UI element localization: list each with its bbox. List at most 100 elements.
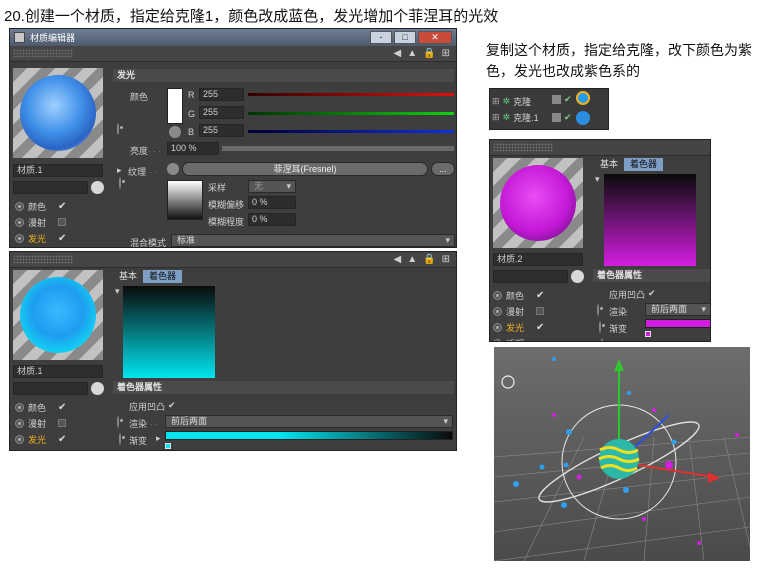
channel-row[interactable]: 颜色 ✔ — [15, 200, 68, 212]
object-name[interactable]: 克隆 — [513, 95, 531, 108]
clone-sphere-purple[interactable] — [576, 474, 582, 480]
maximize-button[interactable]: □ — [394, 31, 416, 44]
clone-sphere-cyan[interactable] — [539, 464, 545, 470]
tab-basic[interactable]: 基本 — [594, 158, 624, 171]
visibility-toggle[interactable] — [552, 95, 561, 104]
radio-icon[interactable] — [15, 233, 24, 243]
link-field[interactable] — [13, 382, 88, 395]
render-dropdown[interactable]: 前后两面 — [645, 303, 710, 316]
clone-sphere-purple[interactable] — [552, 413, 556, 417]
object-row[interactable]: ⊞ ✲ 克隆.1 — [492, 111, 539, 124]
channel-row[interactable]: 漫射 — [15, 216, 66, 228]
pick-button[interactable] — [91, 382, 104, 395]
bump-check-icon[interactable]: ✔ — [648, 288, 656, 299]
lock-icon[interactable]: 🔒 — [423, 48, 435, 59]
checkbox[interactable] — [58, 419, 66, 427]
gradient-knot[interactable] — [645, 331, 651, 337]
radio-icon[interactable] — [15, 217, 24, 227]
clone-sphere-purple[interactable] — [642, 517, 646, 521]
back-arrow-icon[interactable]: ◀ — [394, 254, 402, 265]
link-field[interactable] — [13, 181, 88, 194]
collapse-arrow-icon[interactable]: ▾ — [115, 286, 120, 297]
check-icon[interactable]: ✔ — [536, 290, 546, 301]
radio-icon[interactable] — [15, 434, 24, 444]
visibility-toggle[interactable] — [552, 113, 561, 122]
clone-sphere-purple[interactable] — [735, 433, 739, 437]
3d-viewport[interactable] — [494, 347, 750, 561]
radio-icon[interactable] — [15, 402, 24, 412]
tab-basic[interactable]: 基本 — [113, 270, 143, 283]
gradient-bar[interactable] — [645, 319, 710, 328]
radio-icon[interactable] — [117, 416, 119, 428]
radio-icon[interactable] — [493, 338, 502, 341]
radio-icon[interactable] — [119, 177, 121, 189]
blur-scale-field[interactable]: 0 % — [248, 213, 296, 226]
up-arrow-icon[interactable]: ▲ — [407, 254, 417, 265]
gradient-bar[interactable] — [165, 431, 453, 440]
radio-icon[interactable] — [599, 321, 601, 333]
expand-arrow-icon[interactable]: ▸ — [156, 433, 161, 444]
pick-button[interactable] — [571, 270, 584, 283]
collapse-arrow-icon[interactable]: ▾ — [595, 174, 600, 185]
material-preview[interactable] — [493, 158, 583, 248]
clone-sphere-cyan[interactable] — [566, 429, 572, 435]
expand-icon[interactable]: ⊞ — [442, 48, 450, 59]
g-value-field[interactable]: 255 — [199, 106, 244, 119]
color-picker-button[interactable] — [169, 126, 181, 138]
radio-icon[interactable] — [493, 290, 502, 300]
radio-icon[interactable] — [117, 123, 119, 135]
radio-icon[interactable] — [121, 450, 123, 451]
object-name[interactable]: 克隆.1 — [513, 111, 539, 124]
clone-sphere-purple[interactable] — [652, 408, 656, 412]
clone-sphere-purple[interactable] — [665, 461, 673, 469]
grip-handle[interactable] — [493, 143, 553, 152]
material-name-field[interactable]: 材质.1 — [13, 365, 103, 378]
g-slider[interactable] — [248, 112, 454, 115]
radio-icon[interactable] — [597, 304, 599, 316]
viewport-scene[interactable] — [494, 347, 750, 561]
blur-offset-field[interactable]: 0 % — [248, 196, 296, 209]
link-field[interactable] — [493, 270, 568, 283]
material-preview[interactable] — [13, 68, 103, 158]
render-dropdown[interactable]: 前后两面 — [165, 415, 453, 428]
gradient-knot[interactable] — [165, 443, 171, 449]
texture-more-button[interactable]: ... — [431, 162, 455, 176]
grip-handle[interactable] — [13, 255, 73, 264]
radio-icon[interactable] — [15, 418, 24, 428]
r-slider[interactable] — [248, 93, 454, 96]
r-value-field[interactable]: 255 — [199, 88, 244, 101]
brightness-field[interactable]: 100 % — [167, 142, 219, 155]
channel-row[interactable]: 透明 — [493, 337, 532, 341]
b-value-field[interactable]: 255 — [199, 124, 244, 137]
b-slider[interactable] — [248, 130, 454, 133]
enabled-check-icon[interactable]: ✔ — [564, 112, 572, 123]
y-axis-arrow-icon[interactable] — [614, 359, 624, 371]
tab-shader[interactable]: 着色器 — [624, 158, 664, 171]
check-icon[interactable]: ✔ — [58, 402, 68, 413]
channel-row[interactable]: 透明 — [15, 449, 54, 450]
expand-icon[interactable]: ⊞ — [492, 112, 500, 123]
channel-row[interactable]: 漫射 — [15, 417, 66, 429]
texture-menu-button[interactable] — [167, 163, 179, 175]
bump-check-icon[interactable]: ✔ — [168, 400, 176, 411]
radio-icon[interactable] — [15, 201, 24, 211]
material-tag-icon[interactable] — [576, 111, 590, 125]
expand-arrow-icon[interactable]: ▸ — [117, 165, 122, 176]
back-arrow-icon[interactable]: ◀ — [394, 48, 402, 59]
clone-sphere-cyan[interactable] — [627, 391, 631, 395]
clone-sphere-cyan[interactable] — [561, 502, 567, 508]
blend-mode-dropdown[interactable]: 标准 — [171, 234, 455, 247]
up-arrow-icon[interactable]: ▲ — [407, 48, 417, 59]
radio-icon[interactable] — [493, 322, 502, 332]
channel-row[interactable]: 发光 ✔ — [15, 433, 68, 445]
brightness-slider[interactable] — [222, 146, 454, 151]
clone-sphere-cyan[interactable] — [623, 487, 629, 493]
view-gizmo-icon[interactable] — [501, 375, 515, 389]
expand-icon[interactable]: ⊞ — [492, 96, 500, 107]
enabled-check-icon[interactable]: ✔ — [564, 94, 572, 105]
lock-icon[interactable]: 🔒 — [423, 254, 435, 265]
checkbox[interactable] — [536, 307, 544, 315]
check-icon[interactable]: ✔ — [58, 434, 68, 445]
clone-sphere-cyan[interactable] — [552, 357, 556, 361]
clone-sphere-cyan[interactable] — [563, 462, 569, 468]
